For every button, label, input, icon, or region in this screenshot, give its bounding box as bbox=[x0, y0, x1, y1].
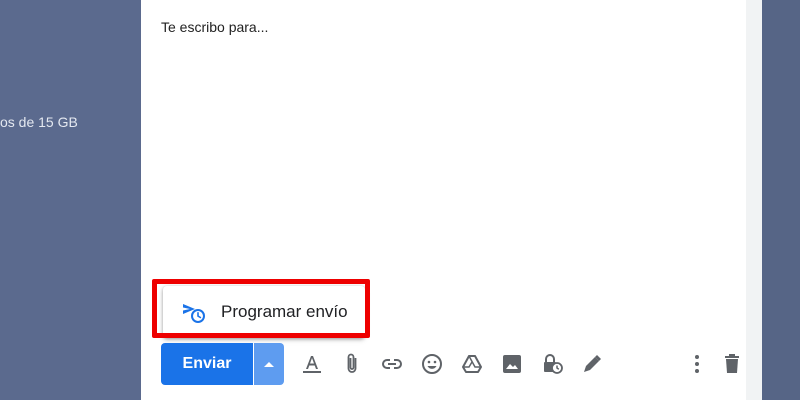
send-button[interactable]: Enviar bbox=[161, 343, 253, 385]
schedule-send-icon bbox=[181, 299, 207, 325]
background-panel: os de 15 GB bbox=[0, 0, 141, 400]
confidential-mode-icon[interactable] bbox=[537, 349, 567, 379]
send-options-menu: Programar envío bbox=[163, 286, 365, 338]
compose-scrollbar[interactable] bbox=[746, 0, 762, 400]
attach-file-icon[interactable] bbox=[337, 349, 367, 379]
discard-draft-icon[interactable] bbox=[717, 349, 747, 379]
formatting-options-icon[interactable] bbox=[297, 349, 327, 379]
insert-photo-icon[interactable] bbox=[497, 349, 527, 379]
background-right bbox=[762, 0, 800, 400]
insert-emoji-icon[interactable] bbox=[417, 349, 447, 379]
signature-icon[interactable] bbox=[577, 349, 607, 379]
insert-link-icon[interactable] bbox=[377, 349, 407, 379]
schedule-send-menu-item[interactable]: Programar envío bbox=[163, 286, 365, 338]
send-options-toggle[interactable] bbox=[254, 343, 284, 385]
google-drive-icon[interactable] bbox=[457, 349, 487, 379]
caret-up-icon bbox=[264, 362, 274, 367]
message-body-text[interactable]: Te escribo para... bbox=[161, 19, 268, 35]
compose-window bbox=[141, 0, 762, 400]
schedule-send-label: Programar envío bbox=[221, 302, 348, 321]
storage-usage-text: os de 15 GB bbox=[0, 114, 78, 130]
more-options-icon[interactable] bbox=[682, 349, 712, 379]
